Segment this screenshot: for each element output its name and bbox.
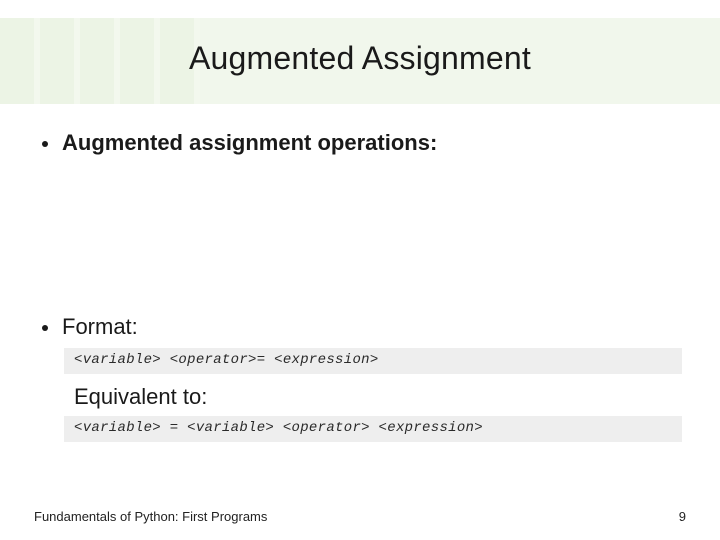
footer-source: Fundamentals of Python: First Programs <box>34 509 267 524</box>
bullet-format-text: Format: <box>62 314 138 340</box>
bullet-dot-icon <box>42 325 48 331</box>
equivalent-label: Equivalent to: <box>74 384 686 410</box>
spacer <box>34 164 686 314</box>
code-format: <variable> <operator>= <expression> <box>64 348 682 374</box>
footer: Fundamentals of Python: First Programs 9 <box>34 509 686 524</box>
code-equivalent: <variable> = <variable> <operator> <expr… <box>64 416 682 442</box>
bullet-operations-text: Augmented assignment operations: <box>62 130 437 156</box>
bullet-operations: Augmented assignment operations: <box>34 130 686 156</box>
slide-title: Augmented Assignment <box>0 40 720 77</box>
bullet-format: Format: <box>34 314 686 340</box>
bullet-dot-icon <box>42 141 48 147</box>
content-area: Augmented assignment operations: Format:… <box>34 130 686 452</box>
page-number: 9 <box>679 509 686 524</box>
